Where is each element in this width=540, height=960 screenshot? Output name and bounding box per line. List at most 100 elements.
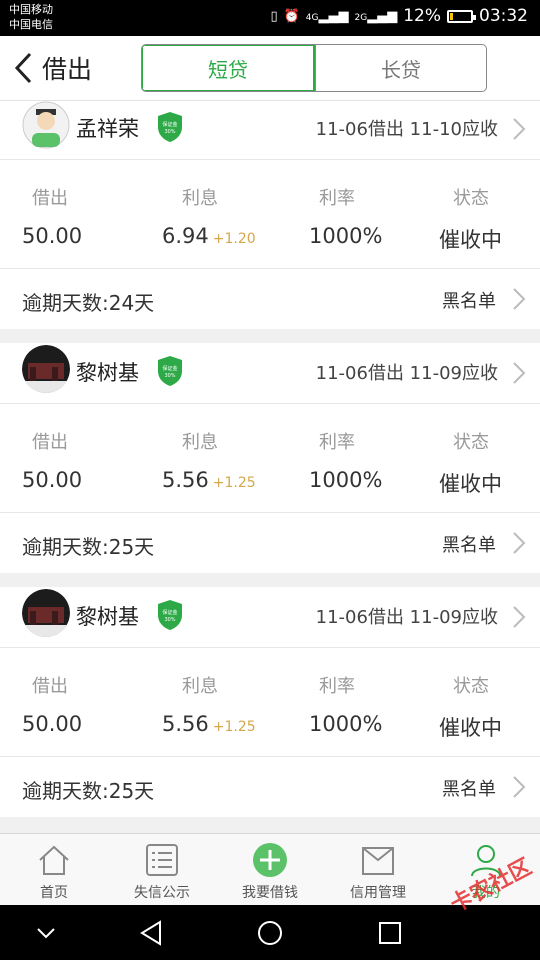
borrower-row[interactable]: 黎树基 保证金 30% 11-06借出 11-09应收 — [0, 343, 540, 404]
overdue-row[interactable]: 逾期天数:24天 黑名单 — [0, 269, 540, 329]
rate-label: 利率 — [319, 188, 355, 209]
chevron-right-icon — [512, 361, 526, 385]
overdue-row[interactable]: 逾期天数:25天 黑名单 — [0, 513, 540, 573]
borrower-row[interactable]: 黎树基 保证金 30% 11-06借出 11-09应收 — [0, 587, 540, 648]
loan-dates: 11-06借出 11-09应收 — [315, 607, 498, 628]
lend-label: 借出 — [32, 432, 68, 453]
loan-dates: 11-06借出 11-10应收 — [315, 119, 498, 140]
loan-card: 孟祥荣 保证金 30% 11-06借出 11-10应收 借出 50.00 利息 … — [0, 101, 540, 329]
svg-text:30%: 30% — [164, 129, 175, 135]
tab-borrow-label: 我要借钱 — [242, 885, 298, 901]
guarantee-shield-icon: 保证金 30% — [156, 599, 184, 631]
chevron-right-icon — [512, 605, 526, 629]
interest-extra: +1.20 — [212, 231, 256, 247]
status-label: 状态 — [453, 676, 489, 697]
svg-text:30%: 30% — [164, 617, 175, 623]
plus-circle-icon — [253, 843, 287, 877]
signal-icon-1: 4G▂▄▆ — [305, 8, 349, 24]
home-nav-button[interactable] — [256, 919, 284, 947]
home-icon — [39, 845, 69, 875]
loan-dates: 11-06借出 11-09应收 — [315, 363, 498, 384]
status-value: 催收中 — [439, 228, 502, 252]
borrower-name: 黎树基 — [76, 605, 139, 629]
signal-icon-2: 2G▂▄▆ — [354, 8, 398, 24]
avatar — [22, 345, 70, 393]
svg-text:保证金: 保证金 — [162, 121, 177, 128]
blacklist-link[interactable]: 黑名单 — [442, 531, 496, 557]
blacklist-link[interactable]: 黑名单 — [442, 775, 496, 801]
avatar — [22, 101, 70, 149]
lend-label: 借出 — [32, 676, 68, 697]
back-nav-button[interactable] — [138, 919, 166, 947]
interest-label: 利息 — [182, 676, 218, 697]
svg-text:保证金: 保证金 — [162, 365, 177, 372]
avatar — [22, 589, 70, 637]
list-icon — [146, 844, 178, 876]
loan-list[interactable]: 孟祥荣 保证金 30% 11-06借出 11-10应收 借出 50.00 利息 … — [0, 101, 540, 833]
rate-label: 利率 — [319, 676, 355, 697]
svg-text:保证金: 保证金 — [162, 609, 177, 616]
tab-home[interactable]: 首页 — [0, 834, 108, 906]
carrier-names: 中国移动 中国电信 — [9, 2, 53, 32]
rate-value: 1000% — [309, 468, 383, 492]
alarm-icon: ⏰ — [283, 8, 300, 24]
interest-extra: +1.25 — [212, 719, 256, 735]
chevron-right-icon — [512, 531, 526, 555]
status-value: 催收中 — [439, 472, 502, 496]
overdue-days: 逾期天数:25天 — [22, 535, 155, 559]
clock: 03:32 — [479, 6, 528, 26]
status-value: 催收中 — [439, 716, 502, 740]
lend-amount: 50.00 — [22, 712, 83, 736]
status-bar: 中国移动 中国电信 ▯ ⏰ 4G▂▄▆ 2G▂▄▆ 12% 03:32 — [0, 0, 540, 36]
page-title: 借出 — [42, 55, 93, 84]
rate-value: 1000% — [309, 224, 383, 248]
envelope-icon — [362, 847, 394, 875]
interest-value: 6.94 +1.20 — [162, 224, 256, 248]
loan-details: 借出 50.00 利息 5.56 +1.25 利率 1000% 状态 催收中 — [0, 404, 540, 513]
chevron-right-icon — [512, 775, 526, 799]
blacklist-link[interactable]: 黑名单 — [442, 287, 496, 313]
lend-label: 借出 — [32, 188, 68, 209]
guarantee-shield-icon: 保证金 30% — [156, 355, 184, 387]
tab-long-loan[interactable]: 长贷 — [315, 45, 486, 91]
collapse-button[interactable] — [32, 919, 60, 947]
interest-extra: +1.25 — [212, 475, 256, 491]
lend-amount: 50.00 — [22, 468, 83, 492]
battery-percent: 12% — [403, 6, 441, 26]
tab-dishonest-list-label: 失信公示 — [134, 885, 190, 901]
interest-label: 利息 — [182, 188, 218, 209]
circle-home-icon — [258, 921, 282, 945]
borrower-name: 黎树基 — [76, 361, 139, 385]
tab-home-label: 首页 — [40, 885, 68, 901]
vibrate-icon: ▯ — [270, 8, 278, 24]
tab-dishonest-list[interactable]: 失信公示 — [108, 834, 216, 906]
status-icons: ▯ ⏰ 4G▂▄▆ 2G▂▄▆ 12% 03:32 — [270, 6, 528, 26]
overdue-row[interactable]: 逾期天数:25天 黑名单 — [0, 757, 540, 817]
rate-label: 利率 — [319, 432, 355, 453]
rate-value: 1000% — [309, 712, 383, 736]
overdue-days: 逾期天数:25天 — [22, 779, 155, 803]
tab-short-loan[interactable]: 短贷 — [142, 45, 315, 91]
square-recents-icon — [379, 922, 401, 944]
interest-label: 利息 — [182, 432, 218, 453]
back-arrow-icon — [14, 52, 32, 84]
status-label: 状态 — [453, 188, 489, 209]
battery-icon — [447, 9, 476, 23]
tab-credit-management[interactable]: 信用管理 — [324, 834, 432, 906]
interest-value: 5.56 +1.25 — [162, 468, 256, 492]
chevron-right-icon — [512, 117, 526, 141]
app-header: 借出 短贷 长贷 — [0, 36, 540, 101]
recents-nav-button[interactable] — [376, 919, 404, 947]
loan-details: 借出 50.00 利息 5.56 +1.25 利率 1000% 状态 催收中 — [0, 648, 540, 757]
svg-text:30%: 30% — [164, 373, 175, 379]
back-button[interactable]: 借出 — [12, 50, 102, 86]
borrower-row[interactable]: 孟祥荣 保证金 30% 11-06借出 11-10应收 — [0, 101, 540, 160]
triangle-back-icon — [140, 920, 161, 946]
overdue-days: 逾期天数:24天 — [22, 291, 155, 315]
loan-details: 借出 50.00 利息 6.94 +1.20 利率 1000% 状态 催收中 — [0, 160, 540, 269]
status-label: 状态 — [453, 432, 489, 453]
loan-card: 黎树基 保证金 30% 11-06借出 11-09应收 借出 50.00 利息 … — [0, 343, 540, 573]
tab-borrow[interactable]: 我要借钱 — [216, 834, 324, 906]
guarantee-shield-icon: 保证金 30% — [156, 111, 184, 143]
carrier-2: 中国电信 — [9, 18, 53, 31]
